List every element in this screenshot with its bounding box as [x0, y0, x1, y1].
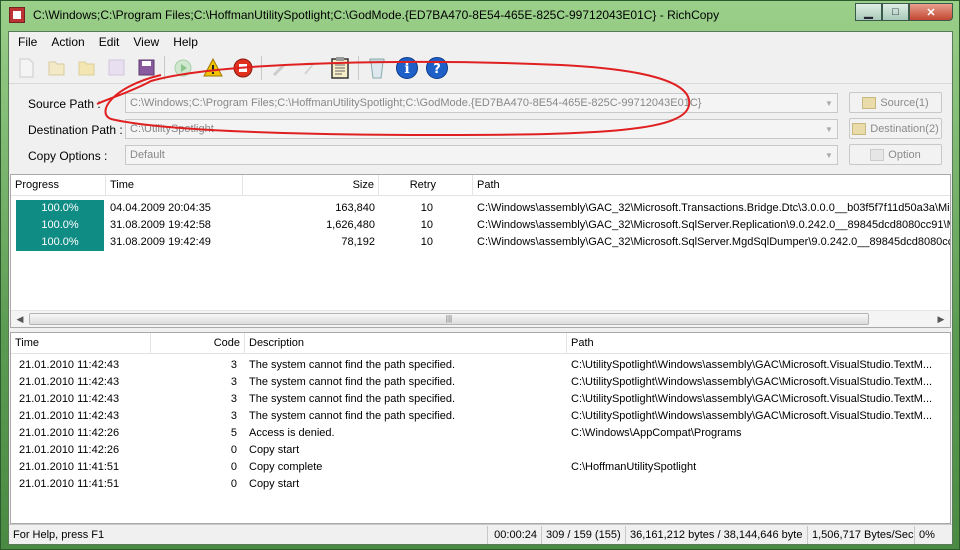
app-window: C:\Windows;C:\Program Files;C:\HoffmanUt…	[0, 0, 960, 550]
annotation-circle	[96, 61, 691, 137]
